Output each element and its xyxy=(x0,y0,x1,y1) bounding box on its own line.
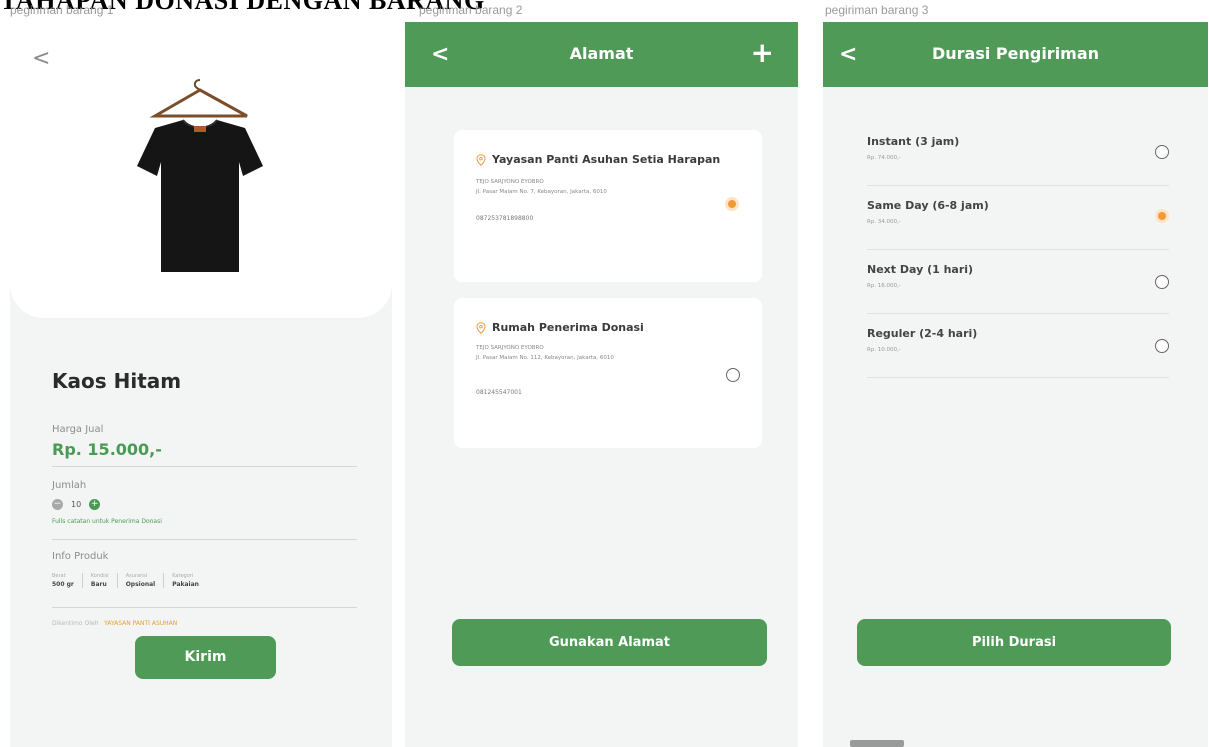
duration-header: < Durasi Pengiriman xyxy=(823,22,1208,87)
product-price: Rp. 15.000,- xyxy=(52,440,162,459)
scroll-handle[interactable] xyxy=(850,740,904,747)
price-label: Harga Jual xyxy=(52,424,104,435)
pilih-durasi-button[interactable]: Pilih Durasi xyxy=(857,619,1171,666)
qty-minus-button[interactable]: − xyxy=(52,499,63,510)
product-info-grid: Berat 500 gr Kondisi Baru Asuransi Opsio… xyxy=(52,573,207,588)
address-card-1[interactable]: Yayasan Panti Asuhan Setia Harapan TEJO … xyxy=(454,130,762,282)
address-street: Jl. Pasar Malam No. 7, Kebayoran, Jakart… xyxy=(476,189,607,195)
frame-label-1: pegiriman barang 1 xyxy=(10,3,114,17)
divider xyxy=(52,607,357,608)
address-radio-unselected[interactable] xyxy=(726,368,740,382)
info-cell-condition: Kondisi Baru xyxy=(83,573,118,588)
duration-option-reguler[interactable]: Reguler (2-4 hari) Rp. 10.000,- xyxy=(867,313,1169,378)
duration-radio-unselected[interactable] xyxy=(1155,275,1169,289)
duration-radio-unselected[interactable] xyxy=(1155,145,1169,159)
info-cell-insurance: Asuransi Opsional xyxy=(118,573,165,588)
product-info-label: Info Produk xyxy=(52,551,109,562)
duration-title: Durasi Pengiriman xyxy=(931,44,1100,63)
product-name: Kaos Hitam xyxy=(52,369,182,393)
address-radio-selected[interactable] xyxy=(725,197,739,211)
duration-radio-selected[interactable] xyxy=(1155,209,1169,223)
product-image-area: < xyxy=(10,22,392,318)
add-plus-icon[interactable]: + xyxy=(751,36,774,69)
kirim-button[interactable]: Kirim xyxy=(135,636,276,679)
back-chevron-left-icon[interactable]: < xyxy=(32,48,50,70)
address-title: Alamat xyxy=(569,44,634,63)
address-screen: < Alamat + Yayasan Panti Asuhan Setia Ha… xyxy=(405,22,798,747)
address-name: Rumah Penerima Donasi xyxy=(476,321,644,334)
gunakan-alamat-button[interactable]: Gunakan Alamat xyxy=(452,619,767,666)
duration-option-next-day[interactable]: Next Day (1 hari) Rp. 16.000,- xyxy=(867,249,1169,314)
recipient-line: Dikentimo Oleh YAYASAN PANTI ASUHAN xyxy=(52,620,178,627)
duration-screen: < Durasi Pengiriman Instant (3 jam) Rp. … xyxy=(823,22,1208,747)
frame-label-3: pegiriman barang 3 xyxy=(825,3,929,17)
address-phone: 081245547001 xyxy=(476,389,522,396)
duration-option-same-day[interactable]: Same Day (6-8 jam) Rp. 34.000,- xyxy=(867,185,1169,250)
duration-option-instant[interactable]: Instant (3 jam) Rp. 74.000,- xyxy=(867,121,1169,186)
address-header: < Alamat + xyxy=(405,22,798,87)
frame-label-2: pegiriman barang 2 xyxy=(419,3,523,17)
address-card-2[interactable]: Rumah Penerima Donasi TEJO SARJYONO EYOB… xyxy=(454,298,762,448)
duration-radio-unselected[interactable] xyxy=(1155,339,1169,353)
address-phone: 087253781898800 xyxy=(476,215,534,222)
quantity-stepper: − 10 + xyxy=(52,499,101,510)
tshirt-image xyxy=(137,79,263,272)
location-pin-icon xyxy=(476,321,486,334)
address-recipient: TEJO SARJYONO EYOBRO xyxy=(476,179,544,185)
divider xyxy=(52,466,357,467)
product-screen: < Kaos Hitam Harga Jual Rp. 15.000,- Jum… xyxy=(10,22,392,747)
address-recipient: TEJO SARJYONO EYOBRO xyxy=(476,345,544,351)
address-street: Jl. Pasar Malam No. 112, Kebayoran, Jaka… xyxy=(476,355,614,361)
recipient-highlight: YAYASAN PANTI ASUHAN xyxy=(104,620,178,627)
note-link[interactable]: Fulls catatan untuk Penerima Donasi xyxy=(52,518,162,525)
divider xyxy=(52,539,357,540)
qty-plus-button[interactable]: + xyxy=(89,499,101,510)
location-pin-icon xyxy=(476,153,486,166)
info-cell-weight: Berat 500 gr xyxy=(52,573,83,588)
qty-value: 10 xyxy=(71,500,82,509)
info-cell-category: Kategori Pakaian xyxy=(172,573,199,588)
address-name: Yayasan Panti Asuhan Setia Harapan xyxy=(476,153,720,166)
quantity-label: Jumlah xyxy=(52,480,87,491)
